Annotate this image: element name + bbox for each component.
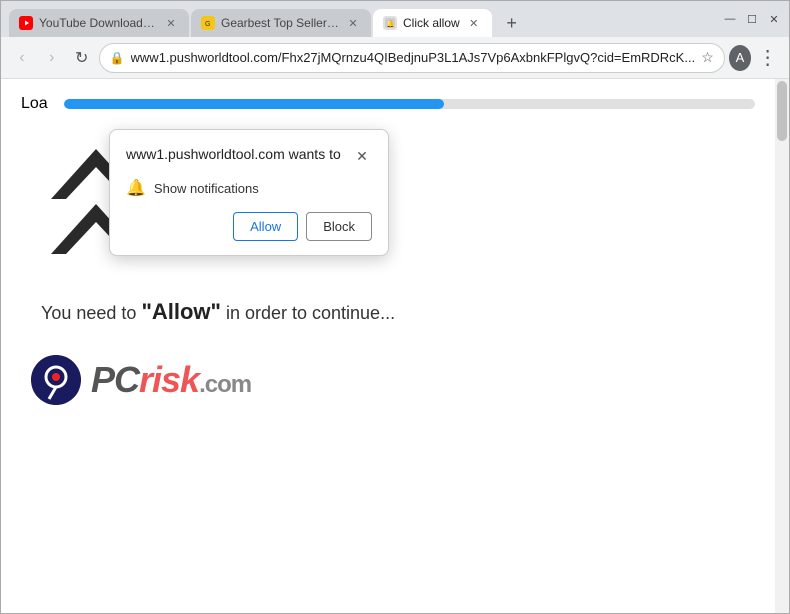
- maximize-button[interactable]: ☐: [745, 12, 759, 26]
- tab-gearbest[interactable]: G Gearbest Top Seller - Dive... ✕: [191, 9, 371, 37]
- tab-title-youtube: YouTube Downloader - D...: [39, 16, 157, 30]
- forward-button[interactable]: ›: [39, 43, 65, 73]
- window-controls: — ☐ ✕: [723, 12, 781, 26]
- refresh-button[interactable]: ↻: [69, 43, 95, 73]
- profile-button[interactable]: A: [729, 45, 751, 71]
- allow-message: You need to "Allow" in order to continue…: [1, 269, 775, 335]
- tab-close-youtube[interactable]: ✕: [163, 15, 179, 31]
- dialog-buttons: Allow Block: [126, 212, 372, 241]
- permission-dialog: www1.pushworldtool.com wants to ✕ 🔔 Show…: [109, 129, 389, 256]
- logo-risk: risk: [139, 359, 199, 400]
- tab-title-clickallow: Click allow: [403, 16, 460, 30]
- tab-clickallow[interactable]: 🔔 Click allow ✕: [373, 9, 492, 37]
- tab-close-gearbest[interactable]: ✕: [345, 15, 361, 31]
- allow-text-main: "Allow": [141, 299, 221, 324]
- lock-icon: 🔒: [110, 51, 125, 65]
- permission-text: Show notifications: [154, 181, 259, 196]
- title-bar: YouTube Downloader - D... ✕ G Gearbest T…: [1, 1, 789, 37]
- loading-label: Loa: [21, 95, 48, 113]
- logo-pc: PC: [91, 359, 139, 400]
- pcrisk-logo: PCrisk.com: [1, 335, 775, 425]
- new-tab-button[interactable]: +: [498, 9, 526, 37]
- dialog-close-button[interactable]: ✕: [352, 146, 372, 166]
- favicon-clickallow: 🔔: [383, 16, 397, 30]
- address-bar[interactable]: 🔒 www1.pushworldtool.com/Fhx27jMQrnzu4QI…: [99, 43, 725, 73]
- scrollbar-thumb[interactable]: [777, 81, 787, 141]
- tab-strip: YouTube Downloader - D... ✕ G Gearbest T…: [9, 1, 715, 37]
- allow-button[interactable]: Allow: [233, 212, 298, 241]
- tab-title-gearbest: Gearbest Top Seller - Dive...: [221, 16, 339, 30]
- nav-bar: ‹ › ↻ 🔒 www1.pushworldtool.com/Fhx27jMQr…: [1, 37, 789, 79]
- loading-area: Loa: [1, 79, 775, 129]
- minimize-button[interactable]: —: [723, 12, 737, 26]
- pcrisk-logo-icon: [31, 355, 81, 405]
- dialog-title: www1.pushworldtool.com wants to: [126, 146, 341, 162]
- tab-youtube[interactable]: YouTube Downloader - D... ✕: [9, 9, 189, 37]
- allow-text-prefix: You need to: [41, 303, 141, 323]
- webpage: Loa You need to "Allow" in order to cont…: [1, 79, 789, 613]
- pcrisk-logo-text: PCrisk.com: [91, 359, 251, 401]
- svg-text:G: G: [205, 21, 210, 28]
- logo-com: .com: [199, 371, 251, 398]
- address-text: www1.pushworldtool.com/Fhx27jMQrnzu4QIBe…: [131, 50, 696, 65]
- favicon-gearbest: G: [201, 16, 215, 30]
- more-options-button[interactable]: ⋮: [755, 43, 781, 73]
- tab-close-clickallow[interactable]: ✕: [466, 15, 482, 31]
- favicon-youtube: [19, 16, 33, 30]
- scrollbar[interactable]: [775, 79, 789, 613]
- bookmark-icon[interactable]: ☆: [701, 49, 714, 66]
- progress-bar: [64, 99, 755, 109]
- progress-bar-fill: [64, 99, 444, 109]
- block-button[interactable]: Block: [306, 212, 372, 241]
- back-button[interactable]: ‹: [9, 43, 35, 73]
- bell-icon: 🔔: [126, 178, 146, 198]
- svg-text:🔔: 🔔: [386, 19, 395, 28]
- browser-window: YouTube Downloader - D... ✕ G Gearbest T…: [0, 0, 790, 614]
- allow-text-suffix: in order to continue...: [221, 303, 395, 323]
- dialog-permission-row: 🔔 Show notifications: [126, 178, 372, 198]
- dialog-header: www1.pushworldtool.com wants to ✕: [126, 146, 372, 166]
- close-window-button[interactable]: ✕: [767, 12, 781, 26]
